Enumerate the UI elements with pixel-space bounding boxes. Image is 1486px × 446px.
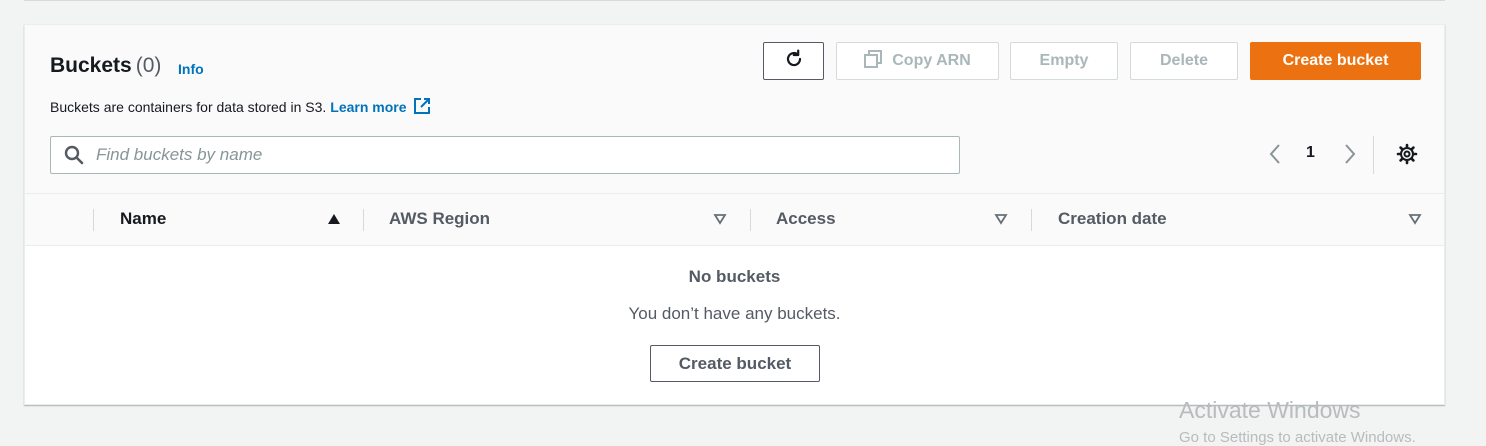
page-number[interactable]: 1 (1306, 144, 1315, 162)
column-header-access[interactable]: Access (776, 209, 836, 229)
sort-icon[interactable] (994, 213, 1008, 225)
column-divider (750, 209, 751, 231)
delete-button[interactable]: Delete (1130, 42, 1238, 80)
copy-icon (864, 49, 883, 73)
pagination-divider (1373, 136, 1374, 174)
buckets-panel: Buckets (0) Info Buckets are containers f… (24, 24, 1445, 405)
learn-more-link[interactable]: Learn more (330, 99, 406, 115)
empty-state-create-bucket-button[interactable]: Create bucket (650, 345, 820, 382)
page-title: Buckets (0) (50, 54, 162, 77)
description-text: Buckets are containers for data stored i… (50, 99, 327, 115)
sort-icon[interactable] (1408, 213, 1422, 225)
chevron-left-icon[interactable] (1265, 142, 1285, 166)
top-divider (24, 0, 1445, 1)
empty-state-title: No buckets (688, 267, 781, 286)
copy-arn-label: Copy ARN (892, 52, 971, 69)
column-header-region[interactable]: AWS Region (389, 209, 490, 229)
search-input[interactable] (94, 144, 959, 166)
empty-button[interactable]: Empty (1010, 42, 1118, 80)
bucket-count: (0) (135, 54, 162, 77)
search-box[interactable] (50, 136, 960, 174)
info-link[interactable]: Info (178, 61, 204, 77)
gear-icon[interactable] (1396, 143, 1418, 165)
chevron-right-icon[interactable] (1340, 142, 1360, 166)
search-icon (64, 145, 84, 165)
refresh-button[interactable] (763, 42, 824, 80)
sort-ascending-icon[interactable] (327, 213, 341, 225)
activate-windows-subtext: Go to Settings to activate Windows. (1179, 429, 1416, 446)
sort-icon[interactable] (713, 213, 727, 225)
column-header-creation-date[interactable]: Creation date (1058, 209, 1167, 229)
column-header-name[interactable]: Name (120, 209, 166, 229)
column-divider (93, 209, 94, 231)
activate-windows-watermark: Activate Windows (1179, 397, 1361, 423)
refresh-icon (783, 48, 805, 75)
description: Buckets are containers for data stored i… (50, 97, 431, 118)
copy-arn-button[interactable]: Copy ARN (836, 42, 999, 80)
table-header: Name AWS Region Access Creation date (25, 193, 1444, 246)
create-bucket-button[interactable]: Create bucket (1250, 42, 1421, 80)
column-divider (363, 209, 364, 231)
empty-state-message: You don’t have any buckets. (628, 304, 841, 323)
table-body: No buckets You don’t have any buckets. C… (25, 246, 1444, 404)
external-link-icon[interactable] (413, 97, 431, 118)
column-divider (1031, 209, 1032, 231)
